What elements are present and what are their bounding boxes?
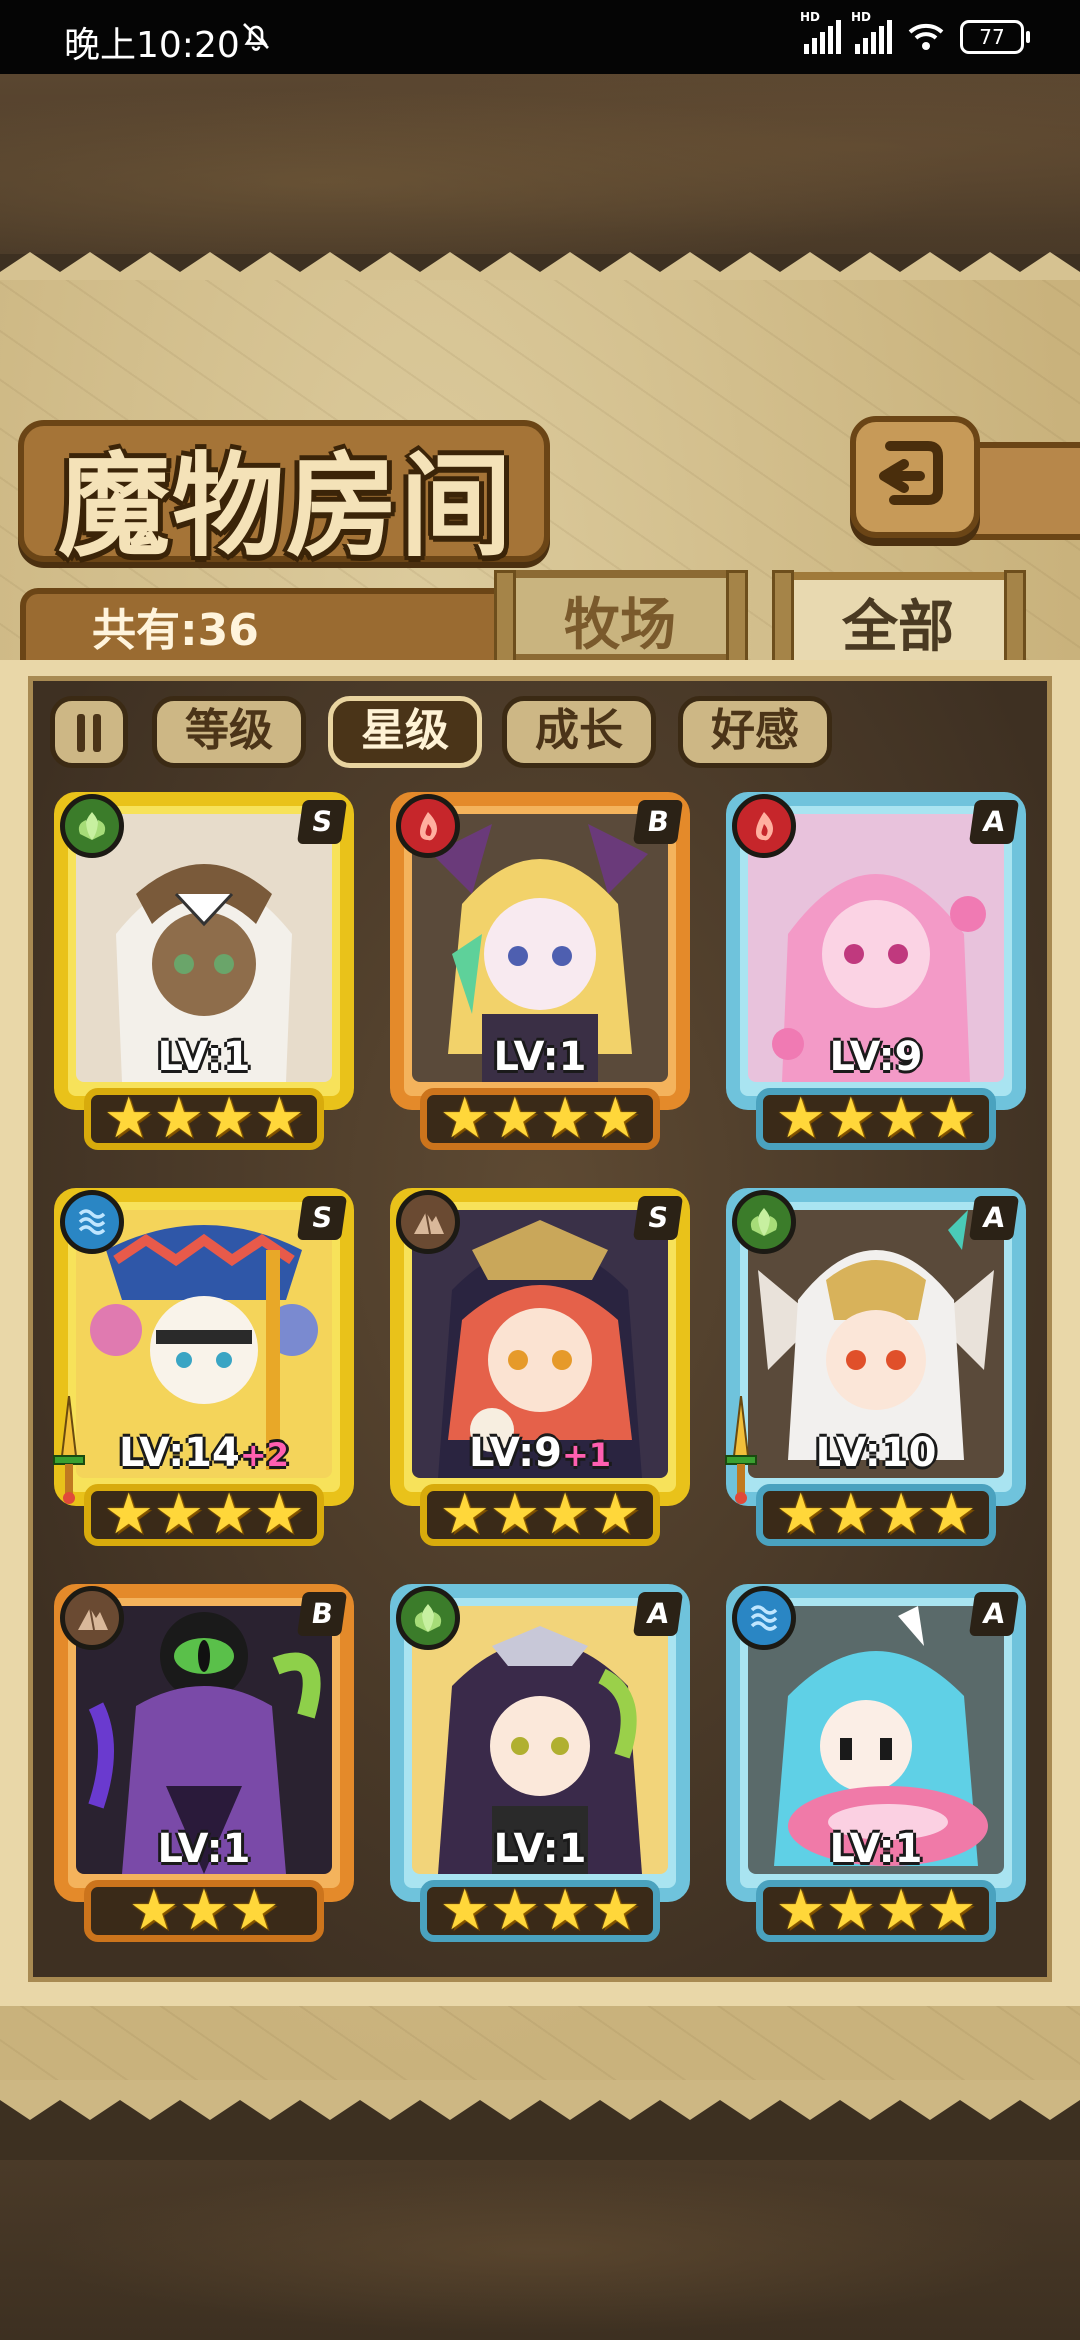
status-time: 晚上10:20 [64, 25, 240, 66]
monster-card[interactable]: S LV:1 ★★★★ [46, 784, 362, 1154]
tab-ranch[interactable]: 牧场 [500, 570, 740, 662]
water-icon [732, 1586, 796, 1650]
back-button[interactable] [850, 416, 980, 538]
signal-icon: HD [851, 10, 892, 54]
monster-level: LV:9 [748, 1034, 1004, 1080]
rank-badge: S [296, 800, 348, 844]
monster-level: LV:14+2 [76, 1430, 332, 1476]
rank-badge: S [296, 1196, 348, 1240]
level-text: LV:1 [157, 1826, 251, 1872]
sort-toggle-button[interactable] [50, 696, 128, 768]
signal-icon: HD [800, 10, 841, 54]
level-text: LV:9 [468, 1430, 562, 1476]
monster-card[interactable]: A LV:1 ★★★★ [718, 1576, 1034, 1946]
rank-badge: A [632, 1592, 684, 1636]
sort-toggle-icon [93, 714, 101, 752]
wifi-icon [908, 23, 944, 50]
rank-badge: A [968, 1196, 1020, 1240]
monster-count: 共有:36 [92, 605, 259, 656]
monster-card[interactable]: A LV:10 ★★★★ [718, 1180, 1034, 1550]
star-rating: ★★★ [84, 1880, 324, 1942]
rank-badge: A [968, 1592, 1020, 1636]
tab-all[interactable]: 全部 [778, 572, 1018, 672]
filter-growth[interactable]: 成长 [502, 696, 656, 768]
battery-level: 77 [979, 25, 1005, 49]
level-text: LV:1 [829, 1826, 923, 1872]
leaf-icon [396, 1586, 460, 1650]
top-background [0, 74, 1080, 254]
level-text: LV:1 [493, 1034, 587, 1080]
monster-level: LV:1 [748, 1826, 1004, 1872]
monster-card[interactable]: A LV:9 ★★★★ [718, 784, 1034, 1154]
page-title: 魔物房间 [58, 441, 514, 572]
level-text: LV:9 [829, 1034, 923, 1080]
monster-card[interactable]: B LV:1 ★★★ [46, 1576, 362, 1946]
level-text: LV:10 [815, 1430, 937, 1476]
return-arrow-icon [879, 441, 943, 505]
rank-badge: B [632, 800, 684, 844]
monster-level: LV:1 [76, 1826, 332, 1872]
star-rating: ★★★★ [84, 1484, 324, 1546]
star-rating: ★★★★ [420, 1880, 660, 1942]
battery-icon: 77 [960, 20, 1030, 54]
leaf-icon [732, 1190, 796, 1254]
monster-card[interactable]: A LV:1 ★★★★ [382, 1576, 698, 1946]
bottom-background [0, 2160, 1080, 2340]
monster-level: LV:1 [412, 1826, 668, 1872]
earth-icon [396, 1190, 460, 1254]
rank-badge: A [968, 800, 1020, 844]
filter-level[interactable]: 等级 [152, 696, 306, 768]
level-text: LV:1 [493, 1826, 587, 1872]
earth-icon [60, 1586, 124, 1650]
level-bonus: +1 [561, 1436, 612, 1474]
filter-star[interactable]: 星级 [328, 696, 482, 768]
rank-badge: B [296, 1592, 348, 1636]
leaf-icon [60, 794, 124, 858]
sort-toggle-icon [77, 714, 85, 752]
star-rating: ★★★★ [420, 1484, 660, 1546]
monster-level: LV:1 [412, 1034, 668, 1080]
level-bonus: +2 [239, 1436, 289, 1474]
water-icon [60, 1190, 124, 1254]
monster-card[interactable]: S LV:14+2 ★★★★ [46, 1180, 362, 1550]
level-text: LV:14 [119, 1430, 240, 1476]
monster-level: LV:10 [748, 1430, 1004, 1476]
star-rating: ★★★★ [84, 1088, 324, 1150]
torn-edge-bottom [0, 2080, 1080, 2120]
star-rating: ★★★★ [756, 1484, 996, 1546]
star-rating: ★★★★ [756, 1088, 996, 1150]
level-text: LV:1 [157, 1034, 251, 1080]
rank-badge: S [632, 1196, 684, 1240]
monster-level: LV:1 [76, 1034, 332, 1080]
mute-bell-icon [243, 23, 269, 51]
status-bar: 晚上10:20 HD HD 77 [0, 0, 1080, 74]
fire-icon [396, 794, 460, 858]
star-rating: ★★★★ [420, 1088, 660, 1150]
filter-affection[interactable]: 好感 [678, 696, 832, 768]
monster-level: LV:9+1 [412, 1430, 668, 1476]
monster-card[interactable]: B LV:1 ★★★★ [382, 784, 698, 1154]
star-rating: ★★★★ [756, 1880, 996, 1942]
monster-card[interactable]: S LV:9+1 ★★★★ [382, 1180, 698, 1550]
fire-icon [732, 794, 796, 858]
